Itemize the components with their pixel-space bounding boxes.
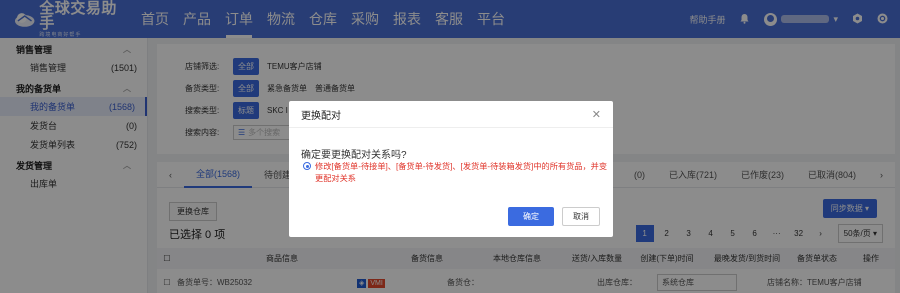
close-icon[interactable]: ✕ (592, 108, 601, 121)
dialog-question: 确定要更换配对关系吗? (301, 150, 407, 161)
change-pairing-dialog: 更换配对 ✕ 确定要更换配对关系吗? 修改[备货单-待接单]、[备货单-待发货]… (289, 101, 613, 237)
confirm-button[interactable]: 确定 (508, 207, 554, 226)
radio-selected-icon[interactable] (303, 162, 311, 170)
cancel-button[interactable]: 取消 (562, 207, 600, 226)
option-text: 修改[备货单-待接单]、[备货单-待发货]、[发货单-待装箱发货]中的所有货品，… (315, 162, 608, 183)
dialog-title: 更换配对 (301, 110, 341, 122)
pairing-option-radio[interactable]: 修改[备货单-待接单]、[备货单-待发货]、[发货单-待装箱发货]中的所有货品，… (303, 161, 608, 185)
